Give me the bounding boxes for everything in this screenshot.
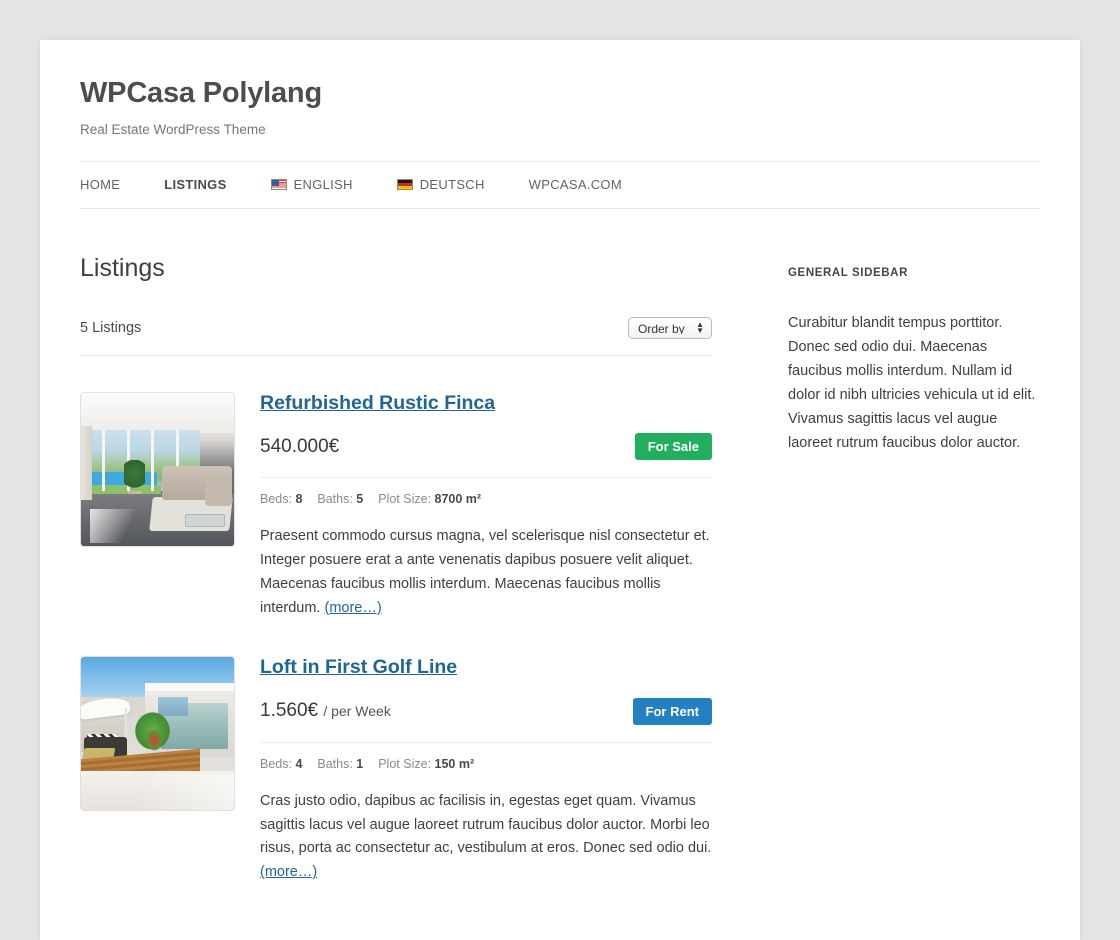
listing-price-value: 1.560€ — [260, 700, 318, 721]
sidebar-widget-text: Curabitur blandit tempus porttitor. Done… — [788, 311, 1040, 455]
nav-item-listings[interactable]: LISTINGS — [164, 177, 226, 192]
listing-meta: Beds: 4 Baths: 1 Plot Size: 150 m² — [260, 757, 712, 771]
listing-excerpt-text: Cras justo odio, dapibus ac facilisis in… — [260, 793, 711, 857]
living-room-with-pool-view-photo — [81, 393, 234, 546]
nav-item-label: ENGLISH — [294, 177, 353, 192]
page-inner: WPCasa Polylang Real Estate WordPress Th… — [40, 40, 1080, 885]
plot-size-label: Plot Size: — [378, 492, 431, 506]
status-badge[interactable]: For Sale — [635, 433, 712, 460]
us-flag-icon — [271, 179, 287, 190]
listings-toolbar: 5 Listings Order by ▲▼ — [80, 317, 712, 356]
nav-list: HOME LISTINGS ENGLISH DEUTSCH WPCASA.COM — [80, 177, 622, 192]
order-by-select[interactable]: Order by — [628, 317, 712, 339]
main-navigation: HOME LISTINGS ENGLISH DEUTSCH WPCASA.COM — [80, 161, 1040, 209]
listing-price-row: 1.560€ / per Week For Rent — [260, 698, 712, 743]
plot-size-label: Plot Size: — [378, 757, 431, 771]
listing-price: 540.000€ — [260, 436, 339, 458]
nav-item-label: HOME — [80, 177, 120, 192]
nav-item-label: DEUTSCH — [420, 177, 485, 192]
nav-item-deutsch[interactable]: DEUTSCH — [397, 177, 485, 192]
beds-label: Beds: — [260, 492, 292, 506]
baths-value: 1 — [356, 757, 363, 771]
listing-excerpt: Cras justo odio, dapibus ac facilisis in… — [260, 790, 712, 885]
sidebar-widget-title: GENERAL SIDEBAR — [788, 253, 1040, 279]
column-gap — [712, 253, 788, 885]
read-more-link[interactable]: (more…) — [260, 864, 317, 880]
site-header: WPCasa Polylang Real Estate WordPress Th… — [80, 40, 1040, 161]
nav-item-home[interactable]: HOME — [80, 177, 120, 192]
beds-value: 4 — [295, 757, 302, 771]
listing-thumbnail[interactable] — [80, 392, 235, 547]
listing-body: Refurbished Rustic Finca 540.000€ For Sa… — [260, 392, 712, 621]
nav-item-wpcasa-com[interactable]: WPCASA.COM — [529, 177, 622, 192]
listing-body: Loft in First Golf Line 1.560€ / per Wee… — [260, 656, 712, 885]
nav-item-label: LISTINGS — [164, 177, 226, 192]
site-title: WPCasa Polylang — [80, 76, 1040, 111]
content-row: Listings 5 Listings Order by ▲▼ — [80, 209, 1040, 885]
baths-label: Baths: — [317, 757, 352, 771]
listing-price-period: / per Week — [323, 703, 390, 719]
listing-item: Loft in First Golf Line 1.560€ / per Wee… — [80, 620, 712, 885]
listing-price-value: 540.000€ — [260, 436, 339, 457]
nav-item-english[interactable]: ENGLISH — [271, 177, 353, 192]
read-more-link[interactable]: (more…) — [324, 600, 381, 616]
nav-item-label: WPCASA.COM — [529, 177, 622, 192]
listing-title-link[interactable]: Refurbished Rustic Finca — [260, 392, 495, 415]
site-tagline: Real Estate WordPress Theme — [80, 122, 1040, 137]
modern-terrace-with-umbrella-photo — [81, 657, 234, 810]
plot-size-value: 8700 m² — [435, 492, 482, 506]
beds-label: Beds: — [260, 757, 292, 771]
listing-title-link[interactable]: Loft in First Golf Line — [260, 656, 457, 679]
plot-size-value: 150 m² — [435, 757, 475, 771]
listing-price: 1.560€ / per Week — [260, 700, 391, 722]
listing-meta: Beds: 8 Baths: 5 Plot Size: 8700 m² — [260, 492, 712, 506]
de-flag-icon — [397, 179, 413, 190]
page-container: WPCasa Polylang Real Estate WordPress Th… — [40, 40, 1080, 940]
baths-label: Baths: — [317, 492, 352, 506]
page-title: Listings — [80, 253, 712, 283]
status-badge[interactable]: For Rent — [633, 698, 712, 725]
baths-value: 5 — [356, 492, 363, 506]
beds-value: 8 — [295, 492, 302, 506]
listing-price-row: 540.000€ For Sale — [260, 433, 712, 478]
listings-count: 5 Listings — [80, 320, 141, 336]
main-content: Listings 5 Listings Order by ▲▼ — [80, 253, 712, 885]
order-by-wrap: Order by ▲▼ — [628, 317, 712, 339]
listing-thumbnail[interactable] — [80, 656, 235, 811]
listing-item: Refurbished Rustic Finca 540.000€ For Sa… — [80, 356, 712, 621]
listing-excerpt: Praesent commodo cursus magna, vel scele… — [260, 525, 712, 620]
general-sidebar: GENERAL SIDEBAR Curabitur blandit tempus… — [788, 253, 1040, 885]
